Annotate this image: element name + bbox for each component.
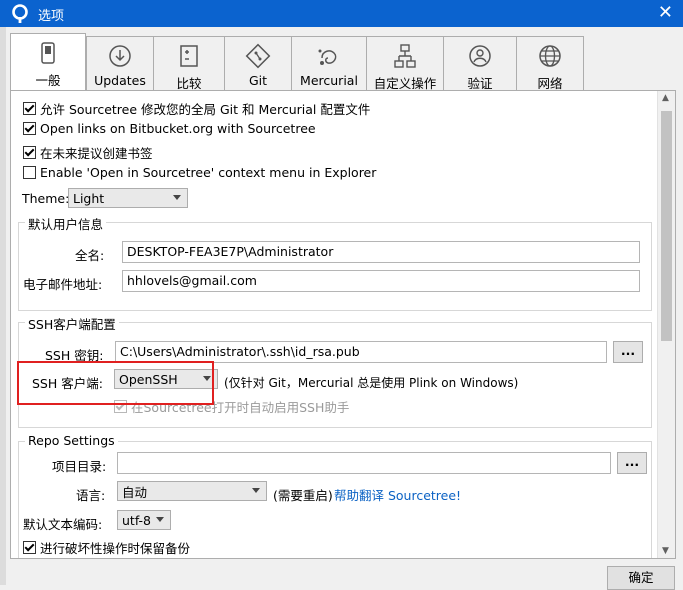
background-window-edge: [0, 27, 6, 585]
context-menu-checkbox[interactable]: Enable 'Open in Sourcetree' context menu…: [23, 165, 376, 180]
tab-label: Git: [248, 73, 268, 88]
help-translate-link[interactable]: 帮助翻译 Sourcetree!: [334, 485, 461, 504]
theme-value: Light: [73, 190, 105, 206]
encoding-value: utf-8: [122, 512, 152, 528]
globe-icon: [539, 45, 561, 67]
email-field[interactable]: hhlovels@gmail.com: [122, 270, 640, 292]
checkbox-box[interactable]: [23, 541, 36, 554]
general-settings-panel: 允许 Sourcetree 修改您的全局 Git 和 Mercurial 配置文…: [10, 90, 676, 559]
vertical-scrollbar[interactable]: ▲ ▼: [657, 91, 675, 558]
custom-actions-icon: [394, 44, 416, 68]
tab-label: Updates: [94, 73, 146, 88]
fullname-field[interactable]: DESKTOP-FEA3E7P\Administrator: [122, 241, 640, 263]
repo-settings-group: Repo Settings 项目目录: ... 语言: 自动 (需要重启) 帮助…: [18, 433, 652, 558]
language-label: 语言:: [76, 488, 106, 503]
ssh-client-note: (仅针对 Git，Mercurial 总是使用 Plink on Windows…: [224, 376, 519, 390]
group-title: SSH客户端配置: [25, 314, 119, 333]
project-dir-label: 项目目录:: [52, 459, 107, 474]
window-title: 选项: [38, 9, 65, 24]
tab-git[interactable]: Git: [224, 36, 292, 90]
ssh-key-field[interactable]: C:\Users\Administrator\.ssh\id_rsa.pub: [115, 341, 607, 363]
close-icon[interactable]: ✕: [658, 3, 673, 23]
checkbox-box[interactable]: [23, 102, 36, 115]
scroll-up-icon[interactable]: ▲: [662, 93, 669, 103]
project-dir-field[interactable]: [117, 452, 611, 474]
checkbox-box[interactable]: [23, 122, 36, 135]
suggest-bookmarks-checkbox[interactable]: 在未来提议创建书签: [23, 143, 153, 162]
download-icon: [109, 45, 131, 67]
tab-label: 一般: [35, 73, 61, 88]
tab-general[interactable]: 一般: [10, 33, 86, 92]
language-value: 自动: [122, 484, 148, 500]
email-label: 电子邮件地址:: [23, 277, 103, 292]
chevron-down-icon: [156, 517, 164, 522]
scroll-down-icon[interactable]: ▼: [662, 546, 669, 556]
checkbox-label: 允许 Sourcetree 修改您的全局 Git 和 Mercurial 配置文…: [40, 102, 371, 117]
tab-updates[interactable]: Updates: [86, 36, 154, 90]
backup-checkbox[interactable]: 进行破坏性操作时保留备份: [23, 538, 190, 557]
git-icon: [245, 43, 271, 69]
chevron-down-icon: [173, 195, 181, 200]
group-title: Repo Settings: [25, 433, 118, 448]
open-links-checkbox[interactable]: Open links on Bitbucket.org with Sourcet…: [23, 121, 316, 136]
tab-authentication[interactable]: 验证: [443, 36, 517, 91]
checkbox-label: Enable 'Open in Sourcetree' context menu…: [40, 165, 377, 180]
user-icon: [469, 45, 491, 67]
highlight-box: [17, 361, 214, 405]
chevron-down-icon: [252, 488, 260, 493]
language-select[interactable]: 自动: [117, 481, 267, 501]
ok-button[interactable]: 确定: [607, 566, 675, 590]
restart-note: (需要重启): [273, 488, 333, 503]
group-title: 默认用户信息: [25, 214, 107, 233]
checkbox-box[interactable]: [23, 166, 36, 179]
checkbox-label: 在未来提议创建书签: [40, 146, 153, 161]
tab-mercurial[interactable]: Mercurial: [291, 36, 367, 90]
diff-icon: [180, 45, 198, 67]
tab-label: Mercurial: [300, 73, 358, 88]
ssh-key-browse-button[interactable]: ...: [613, 341, 643, 363]
checkbox-box[interactable]: [23, 146, 36, 159]
encoding-label: 默认文本编码:: [23, 517, 103, 532]
mercurial-icon: [318, 49, 337, 65]
user-info-group: 默认用户信息 全名: DESKTOP-FEA3E7P\Administrator…: [18, 214, 652, 311]
scrollbar-thumb[interactable]: [661, 111, 672, 341]
project-dir-browse-button[interactable]: ...: [617, 452, 647, 474]
toggle-icon: [41, 42, 55, 64]
title-bar: 选项 ✕: [0, 0, 683, 27]
encoding-select[interactable]: utf-8: [117, 510, 171, 530]
sourcetree-icon: [12, 4, 28, 23]
checkbox-label: 进行破坏性操作时保留备份: [40, 541, 191, 556]
allow-modify-config-checkbox[interactable]: 允许 Sourcetree 修改您的全局 Git 和 Mercurial 配置文…: [23, 99, 370, 118]
tab-network[interactable]: 网络: [516, 36, 584, 91]
tab-diff[interactable]: 比较: [153, 36, 225, 91]
checkbox-label: Open links on Bitbucket.org with Sourcet…: [40, 121, 316, 136]
theme-label: Theme:: [22, 191, 70, 206]
tab-custom-actions[interactable]: 自定义操作: [366, 36, 444, 91]
fullname-label: 全名:: [75, 248, 105, 263]
theme-select[interactable]: Light: [68, 188, 188, 208]
